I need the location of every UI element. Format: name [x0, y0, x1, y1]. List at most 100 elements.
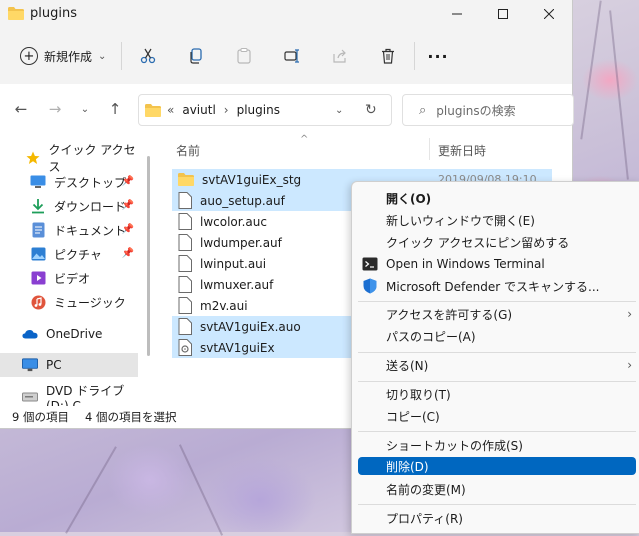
sidebar-item-label: PC — [46, 358, 62, 372]
address-bar[interactable]: « aviutl › plugins ⌄ ↻ — [138, 94, 392, 126]
search-placeholder: pluginsの検索 — [436, 103, 516, 118]
refresh-icon[interactable]: ↻ — [365, 102, 377, 118]
file-icon — [178, 297, 192, 314]
menu-item-rename[interactable]: 名前の変更(M) — [358, 478, 636, 500]
new-button-label: 新規作成 — [44, 49, 93, 64]
menu-item-copy[interactable]: コピー(C) — [358, 405, 636, 427]
share-button[interactable] — [325, 42, 355, 70]
rename-icon — [284, 49, 299, 63]
menu-item-pin-quick-access[interactable]: クイック アクセスにピン留めする — [358, 231, 636, 253]
file-icon — [178, 276, 192, 293]
menu-item-copy-path[interactable]: パスのコピー(A) — [358, 325, 636, 347]
maximize-button[interactable] — [480, 0, 526, 28]
menu-item-open-terminal[interactable]: Open in Windows Terminal — [358, 253, 636, 275]
more-options-icon[interactable]: ··· — [423, 42, 453, 70]
column-header-name[interactable]: 名前 — [176, 142, 200, 159]
title-bar[interactable]: plugins — [0, 0, 572, 28]
menu-separator — [358, 431, 636, 432]
maximize-icon — [498, 9, 508, 19]
dvd-icon — [22, 389, 38, 405]
toolbar-divider — [414, 42, 415, 70]
pc-icon — [22, 357, 38, 373]
menu-item-label: Open in Windows Terminal — [386, 257, 545, 271]
share-icon — [333, 49, 346, 63]
cut-button[interactable] — [133, 42, 163, 70]
pin-icon[interactable]: 📌 — [122, 224, 134, 235]
column-divider[interactable] — [429, 138, 430, 160]
sidebar-item-music[interactable]: ミュージック — [0, 290, 138, 314]
breadcrumb-overflow[interactable]: « — [167, 103, 174, 117]
pin-icon[interactable]: 📌 — [122, 200, 134, 211]
menu-item-label: ショートカットの作成(S) — [386, 438, 523, 453]
menu-item-label: 開く(O) — [386, 191, 432, 206]
menu-item-cut[interactable]: 切り取り(T) — [358, 383, 636, 405]
pin-icon[interactable]: 📌 — [122, 176, 134, 187]
sidebar-item-onedrive[interactable]: OneDrive — [0, 322, 138, 346]
menu-item-label: クイック アクセスにピン留めする — [386, 235, 570, 250]
window-title: plugins — [30, 6, 77, 21]
config-file-icon — [178, 339, 192, 356]
recent-chevron-icon[interactable]: ⌄ — [72, 96, 98, 122]
paste-button[interactable] — [229, 42, 259, 70]
sidebar-item-pc[interactable]: PC — [0, 353, 138, 377]
menu-item-create-shortcut[interactable]: ショートカットの作成(S) — [358, 434, 636, 456]
menu-item-defender-scan[interactable]: Microsoft Defender でスキャンする... — [358, 275, 636, 297]
music-icon — [30, 294, 46, 310]
plus-icon: + — [20, 47, 38, 65]
sidebar-item-pictures[interactable]: ピクチャ 📌 — [0, 242, 138, 266]
breadcrumb-plugins[interactable]: plugins — [237, 103, 280, 117]
menu-item-open[interactable]: 開く(O) — [358, 187, 636, 209]
column-header-modified[interactable]: 更新日時 — [438, 142, 486, 159]
desktop-icon — [30, 174, 46, 190]
folder-icon — [178, 173, 194, 186]
search-icon: ⌕ — [419, 102, 427, 118]
breadcrumb-separator-icon: › — [223, 103, 229, 117]
menu-item-delete[interactable]: 削除(D) — [358, 457, 636, 475]
rename-button[interactable] — [277, 42, 307, 70]
close-button[interactable] — [526, 0, 572, 28]
new-button[interactable]: + 新規作成 ⌄ — [14, 42, 112, 70]
file-icon — [178, 255, 192, 272]
sidebar-item-desktop[interactable]: デスクトップ 📌 — [0, 170, 138, 194]
menu-item-give-access[interactable]: アクセスを許可する(G) › — [358, 303, 636, 325]
download-icon — [30, 198, 46, 214]
menu-item-label: 送る(N) — [386, 358, 429, 373]
chevron-down-icon: ⌄ — [98, 50, 107, 62]
back-arrow-icon[interactable]: ← — [8, 96, 34, 122]
menu-separator — [358, 301, 636, 302]
file-name: auo_setup.auf — [200, 193, 285, 208]
sidebar-item-quick-access[interactable]: クイック アクセス — [0, 143, 138, 174]
file-name: svtAV1guiEx — [200, 340, 275, 355]
menu-item-properties[interactable]: プロパティ(R) — [358, 507, 636, 529]
search-box[interactable]: ⌕ pluginsの検索 — [402, 94, 574, 126]
sidebar-scrollbar[interactable] — [147, 156, 150, 356]
address-dropdown-icon[interactable]: ⌄ — [335, 105, 343, 116]
file-name: lwmuxer.auf — [200, 277, 274, 292]
file-icon — [178, 213, 192, 230]
close-icon — [544, 9, 554, 19]
sidebar-item-videos[interactable]: ビデオ — [0, 266, 138, 290]
forward-arrow-icon[interactable]: → — [42, 96, 68, 122]
picture-icon — [30, 246, 46, 262]
menu-item-open-new-window[interactable]: 新しいウィンドウで開く(E) — [358, 209, 636, 231]
menu-separator — [358, 381, 636, 382]
copy-button[interactable] — [181, 42, 211, 70]
minimize-button[interactable] — [434, 0, 480, 28]
scissors-icon — [140, 48, 156, 64]
file-name: m2v.aui — [200, 298, 248, 313]
menu-separator — [358, 504, 636, 505]
video-icon — [30, 270, 46, 286]
up-arrow-icon[interactable]: ↑ — [102, 96, 128, 122]
sidebar-item-downloads[interactable]: ダウンロード 📌 — [0, 194, 138, 218]
menu-item-label: 新しいウィンドウで開く(E) — [386, 213, 535, 228]
copy-icon — [190, 48, 202, 64]
menu-item-send-to[interactable]: 送る(N) › — [358, 354, 636, 376]
sidebar-item-label: ピクチャ — [54, 247, 102, 262]
file-icon — [178, 192, 192, 209]
pin-icon[interactable]: 📌 — [122, 248, 134, 259]
breadcrumb-aviutl[interactable]: aviutl — [182, 103, 215, 117]
delete-button[interactable] — [373, 42, 403, 70]
sidebar-item-documents[interactable]: ドキュメント 📌 — [0, 218, 138, 242]
file-name: svtAV1guiEx.auo — [200, 319, 301, 334]
menu-separator — [358, 352, 636, 353]
